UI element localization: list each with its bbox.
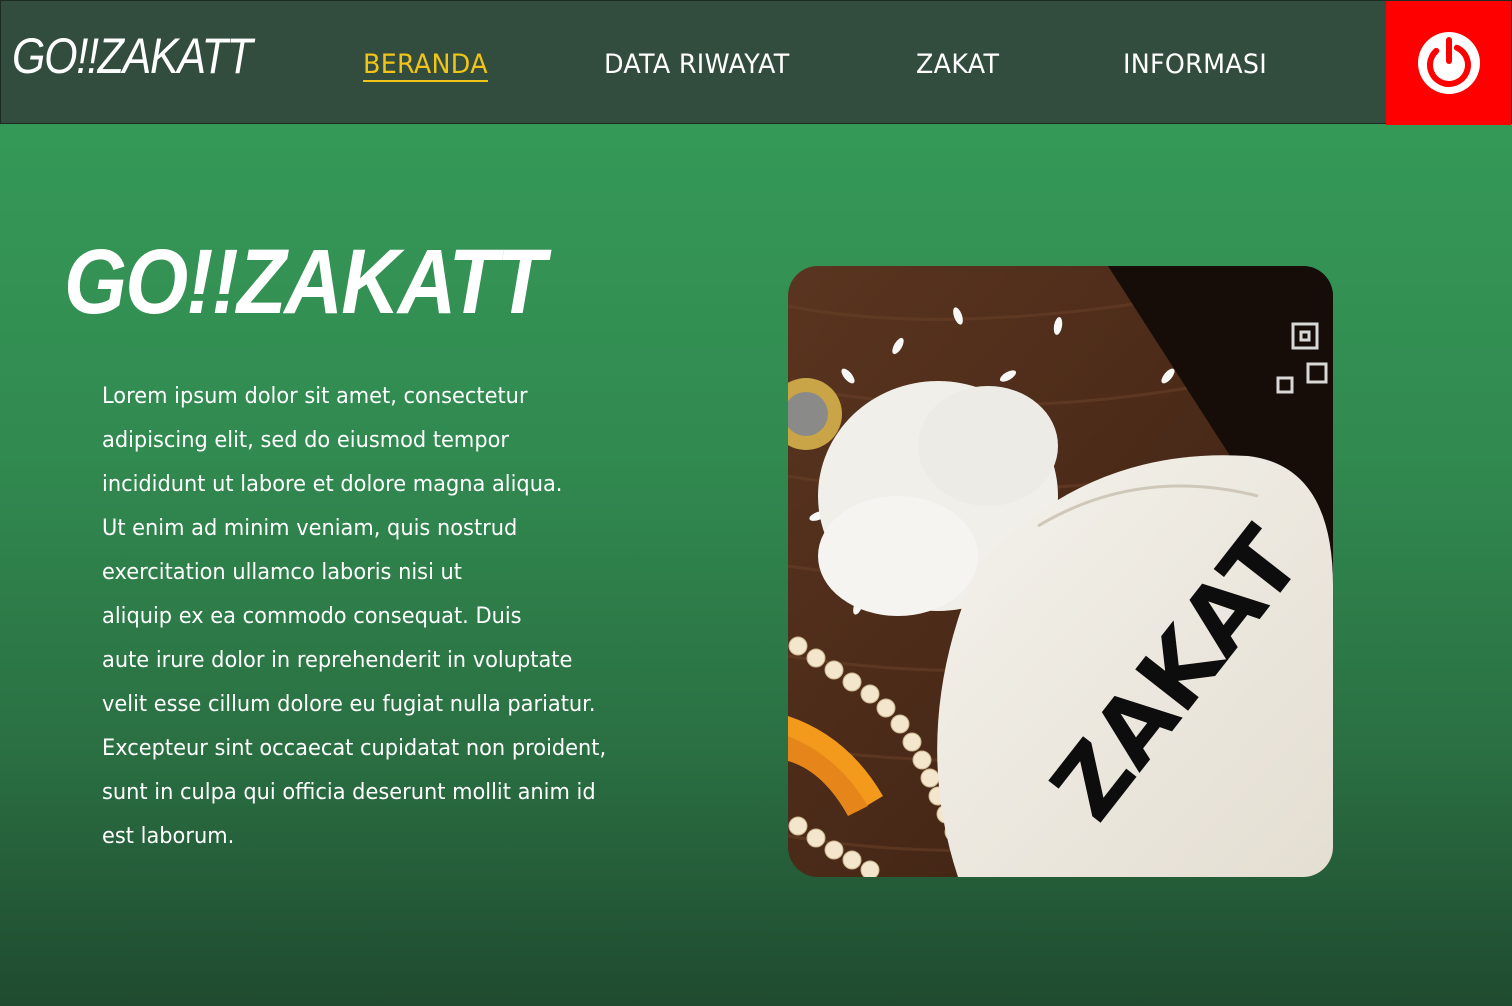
nav-informasi[interactable]: INFORMASI: [1123, 51, 1267, 78]
brand-logo[interactable]: GO!!ZAKATT: [12, 31, 253, 81]
power-icon: [1417, 32, 1480, 94]
hero-title: GO!!ZAKATT: [64, 231, 546, 333]
nav-zakat[interactable]: ZAKAT: [916, 51, 999, 78]
top-navbar: GO!!ZAKATT BERANDA DATA RIWAYAT ZAKAT IN…: [0, 0, 1512, 125]
zakat-rice-bag-image: ZAKAT: [788, 266, 1333, 877]
hero-description: Lorem ipsum dolor sit amet, consectetur …: [102, 383, 607, 849]
nav-beranda[interactable]: BERANDA: [363, 51, 488, 82]
logout-button[interactable]: [1386, 1, 1511, 125]
nav-data-riwayat[interactable]: DATA RIWAYAT: [604, 51, 789, 78]
